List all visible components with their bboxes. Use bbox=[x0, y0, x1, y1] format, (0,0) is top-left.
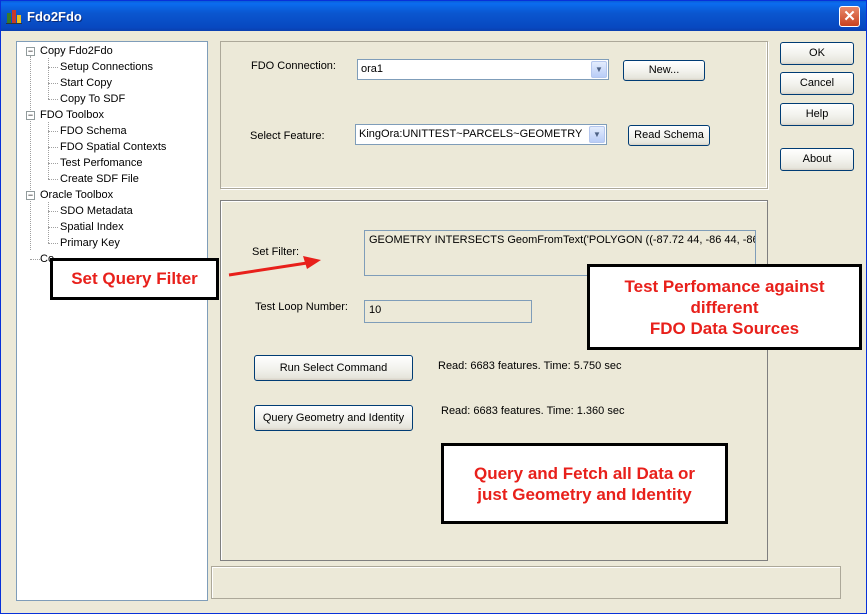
fdo-connection-label: FDO Connection: bbox=[251, 60, 336, 72]
annotation-arrow-icon bbox=[228, 256, 321, 277]
tree-item-fdo-schema[interactable]: FDO Schema bbox=[60, 125, 127, 137]
tree-item-fdo-spatial-contexts[interactable]: FDO Spatial Contexts bbox=[60, 141, 166, 153]
test-performance-callout: Test Perfomance against different FDO Da… bbox=[587, 264, 862, 350]
tree-item-start-copy[interactable]: Start Copy bbox=[60, 77, 112, 89]
query-geometry-result: Read: 6683 features. Time: 1.360 sec bbox=[441, 405, 625, 417]
test-loop-label: Test Loop Number: bbox=[255, 301, 348, 313]
tree-item-copy-to-sdf[interactable]: Copy To SDF bbox=[60, 93, 125, 105]
help-button[interactable]: Help bbox=[780, 103, 854, 126]
cancel-button[interactable]: Cancel bbox=[780, 72, 854, 95]
collapse-toggle-icon[interactable]: − bbox=[26, 47, 35, 56]
tree-line bbox=[30, 259, 40, 260]
tree-item-sdo-metadata[interactable]: SDO Metadata bbox=[60, 205, 133, 217]
close-button[interactable]: ✕ bbox=[839, 6, 860, 27]
set-query-filter-callout: Set Query Filter bbox=[50, 258, 219, 300]
app-icon bbox=[6, 10, 22, 24]
tree-line bbox=[48, 83, 58, 84]
callout-line: Query and Fetch all Data or bbox=[473, 464, 696, 483]
run-select-command-button[interactable]: Run Select Command bbox=[254, 355, 413, 381]
tree-item-test-perfomance[interactable]: Test Perfomance bbox=[60, 157, 143, 169]
tree-item-primary-key[interactable]: Primary Key bbox=[60, 237, 120, 249]
tree-line bbox=[48, 147, 58, 148]
callout-line: Test Perfomance against bbox=[624, 277, 825, 296]
test-loop-input[interactable]: 10 bbox=[364, 300, 532, 323]
tree-item-oracle-toolbox[interactable]: Oracle Toolbox bbox=[40, 189, 113, 201]
tree-line bbox=[48, 99, 58, 100]
query-geometry-identity-button[interactable]: Query Geometry and Identity bbox=[254, 405, 413, 431]
tree-line bbox=[48, 131, 58, 132]
fdo-connection-value: ora1 bbox=[361, 63, 384, 75]
tree-line bbox=[48, 67, 58, 68]
tree-item-copy-fdo2fdo[interactable]: Copy Fdo2Fdo bbox=[40, 45, 113, 57]
callout-line: just Geometry and Identity bbox=[477, 485, 692, 504]
tree-item-spatial-index[interactable]: Spatial Index bbox=[60, 221, 124, 233]
callout-line: different bbox=[690, 298, 759, 317]
close-icon: ✕ bbox=[843, 8, 856, 25]
status-panel bbox=[211, 566, 841, 599]
dialog-window: Fdo2Fdo ✕ − Copy Fdo2Fdo Setup Connectio… bbox=[0, 0, 867, 614]
tree-line bbox=[48, 179, 58, 180]
read-schema-button[interactable]: Read Schema bbox=[628, 125, 710, 146]
tree-line bbox=[48, 211, 58, 212]
collapse-toggle-icon[interactable]: − bbox=[26, 191, 35, 200]
collapse-toggle-icon[interactable]: − bbox=[26, 111, 35, 120]
title-bar[interactable]: Fdo2Fdo ✕ bbox=[1, 1, 866, 31]
select-feature-label: Select Feature: bbox=[250, 130, 325, 142]
select-feature-select[interactable]: KingOra:UNITTEST~PARCELS~GEOMETRY ▼ bbox=[355, 124, 607, 145]
new-connection-button[interactable]: New... bbox=[623, 60, 705, 81]
tree-line bbox=[30, 56, 31, 250]
tree-line bbox=[48, 243, 58, 244]
query-fetch-callout: Query and Fetch all Data or just Geometr… bbox=[441, 443, 728, 524]
navigation-tree[interactable]: − Copy Fdo2Fdo Setup Connections Start C… bbox=[16, 41, 208, 601]
tree-item-setup-connections[interactable]: Setup Connections bbox=[60, 61, 153, 73]
run-select-result: Read: 6683 features. Time: 5.750 sec bbox=[438, 360, 622, 372]
tree-line bbox=[48, 58, 49, 99]
about-button[interactable]: About bbox=[780, 148, 854, 171]
chevron-down-icon[interactable]: ▼ bbox=[591, 61, 607, 78]
connection-group: FDO Connection: ora1 ▼ New... Select Fea… bbox=[220, 41, 768, 189]
ok-button[interactable]: OK bbox=[780, 42, 854, 65]
chevron-down-icon[interactable]: ▼ bbox=[589, 126, 605, 143]
tree-line bbox=[48, 227, 58, 228]
tree-line bbox=[48, 202, 49, 243]
fdo-connection-select[interactable]: ora1 ▼ bbox=[357, 59, 609, 80]
tree-line bbox=[48, 163, 58, 164]
window-title: Fdo2Fdo bbox=[27, 9, 82, 24]
callout-line: FDO Data Sources bbox=[649, 319, 800, 338]
tree-item-create-sdf-file[interactable]: Create SDF File bbox=[60, 173, 139, 185]
tree-item-fdo-toolbox[interactable]: FDO Toolbox bbox=[40, 109, 104, 121]
select-feature-value: KingOra:UNITTEST~PARCELS~GEOMETRY bbox=[359, 128, 583, 140]
